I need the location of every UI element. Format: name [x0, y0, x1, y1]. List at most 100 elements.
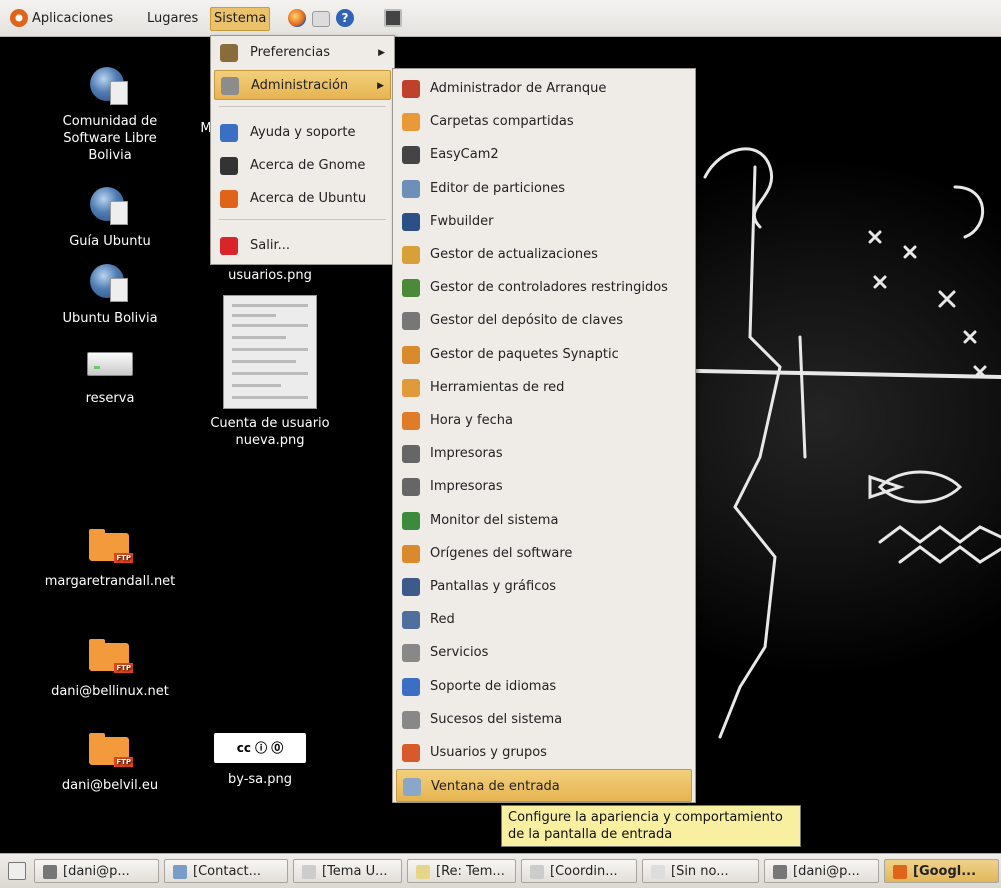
services-icon [402, 644, 420, 663]
admin-item-label: Servicios [430, 645, 489, 661]
menu-separator [219, 219, 386, 220]
taskbar-button[interactable]: [Sin no... [642, 859, 759, 883]
admin-item-6[interactable]: Gestor de controladores restringidos [396, 271, 692, 304]
admin-item-21[interactable]: Ventana de entrada [396, 769, 692, 803]
admin-item-label: Soporte de idiomas [430, 678, 557, 694]
admin-item-0[interactable]: Administrador de Arranque [396, 72, 692, 105]
taskbar-button[interactable]: [dani@p... [34, 859, 159, 883]
admin-item-16[interactable]: Red [396, 603, 692, 636]
desktop-icon-usuarios-png[interactable]: usuarios.png [200, 267, 340, 284]
taskbar-button[interactable]: [dani@p... [764, 859, 879, 883]
admin-item-label: Fwbuilder [430, 213, 494, 229]
desktop-icon-label: by-sa.png [227, 772, 293, 787]
admin-item-12[interactable]: Impresoras [396, 470, 692, 503]
admin-item-4[interactable]: Fwbuilder [396, 205, 692, 238]
globe-document-icon [90, 264, 130, 304]
admin-item-9[interactable]: Herramientas de red [396, 371, 692, 404]
shared-folder-icon [402, 113, 420, 132]
ftp-badge: FTP [114, 553, 133, 563]
administration-gear-icon [221, 77, 239, 95]
ftp-badge: FTP [114, 663, 133, 673]
evolution-mail-icon[interactable] [312, 11, 330, 27]
sistema-item-1[interactable]: Administración ▶ [214, 70, 391, 100]
sistema-item-0[interactable]: Preferencias ▶ [214, 38, 391, 68]
admin-item-5[interactable]: Gestor de actualizaciones [396, 238, 692, 271]
desktop-icon-reserva[interactable]: reserva [40, 352, 180, 407]
desktop-icon-ubuntu-bolivia[interactable]: Ubuntu Bolivia [40, 264, 180, 327]
help-icon[interactable]: ? [336, 9, 354, 27]
admin-item-label: Gestor de actualizaciones [430, 247, 598, 262]
desktop-icon-label: margaretrandall.net [44, 574, 176, 589]
update-manager-icon [402, 246, 420, 264]
submenu-arrow-icon: ▶ [377, 81, 384, 91]
desktop-icon-cuenta-usuario[interactable]: Cuenta de usuario nueva.png [185, 295, 355, 449]
login-window-icon [403, 778, 421, 797]
desktop-icon-label: Cuenta de usuario nueva.png [210, 416, 330, 448]
taskbar-button[interactable]: [Contact... [164, 859, 288, 883]
admin-item-label: Impresoras [430, 446, 503, 462]
admin-item-label: Sucesos del sistema [430, 711, 563, 727]
ubuntu-logo-icon[interactable] [10, 9, 28, 27]
admin-item-10[interactable]: Hora y fecha [396, 404, 692, 437]
admin-item-label: Ventana de entrada [431, 779, 560, 795]
admin-item-14[interactable]: Orígenes del software [396, 537, 692, 570]
menu-sistema[interactable]: Sistema [210, 7, 271, 31]
desktop-icon-belvil[interactable]: FTP dani@belvil.eu [25, 731, 195, 794]
sistema-item-label: Salir... [250, 238, 290, 253]
terminal-icon [773, 865, 787, 879]
admin-item-20[interactable]: Usuarios y grupos [396, 736, 692, 769]
admin-item-19[interactable]: Sucesos del sistema [396, 703, 692, 736]
menu-aplicaciones[interactable]: Aplicaciones [32, 9, 113, 29]
system-log-icon [402, 710, 420, 729]
admin-item-label: Herramientas de red [430, 379, 565, 395]
ftp-badge: FTP [114, 757, 133, 767]
admin-item-1[interactable]: Carpetas compartidas [396, 105, 692, 138]
admin-item-18[interactable]: Soporte de idiomas [396, 670, 692, 703]
sistema-item-3[interactable]: Acerca de Gnome [214, 151, 391, 181]
taskbar-button[interactable]: [Tema U... [293, 859, 402, 883]
admin-item-label: Gestor de paquetes Synaptic [430, 346, 619, 362]
admin-item-3[interactable]: Editor de particiones [396, 172, 692, 205]
webcam-icon [402, 146, 420, 165]
taskbar-button[interactable]: [Re: Tem... [407, 859, 516, 883]
show-desktop-icon[interactable] [8, 862, 26, 880]
admin-item-8[interactable]: Gestor de paquetes Synaptic [396, 338, 692, 371]
admin-item-11[interactable]: Impresoras [396, 437, 692, 470]
display-icon [402, 578, 420, 596]
firefox-icon[interactable] [288, 9, 306, 27]
compose-icon [416, 865, 430, 879]
top-panel: Aplicaciones Lugares Sistema ? [0, 0, 1001, 37]
admin-item-15[interactable]: Pantallas y gráficos [396, 570, 692, 603]
printer-icon [402, 478, 420, 497]
ubuntu-logo-icon [220, 190, 238, 208]
bottom-panel: [dani@p... [Contact... [Tema U... [Re: Tem.… [0, 853, 1001, 888]
desktop-icon-bellinux[interactable]: FTP dani@bellinux.net [25, 637, 195, 700]
ftp-folder-icon: FTP [87, 527, 133, 567]
taskbar-button[interactable]: [Googl... [884, 859, 999, 883]
admin-item-label: EasyCam2 [430, 147, 499, 163]
taskbar-button-label: [Coordin... [550, 864, 618, 879]
desktop-icon-label: reserva [85, 391, 135, 406]
taskbar-button-label: [Re: Tem... [436, 864, 505, 879]
taskbar-button-label: [Tema U... [322, 864, 388, 879]
sistema-item-5[interactable]: Salir... [214, 231, 391, 261]
network-tools-icon [402, 378, 420, 397]
desktop-icon-margaretrandall[interactable]: FTP margaretrandall.net [25, 527, 195, 590]
menu-lugares[interactable]: Lugares [147, 9, 198, 29]
language-flag-icon [402, 677, 420, 696]
desktop-icon-comunidad[interactable]: Comunidad de Software Libre Bolivia [40, 67, 180, 164]
sistema-menu: Preferencias ▶ Administración ▶ Ayuda y sopo… [210, 35, 395, 265]
admin-item-label: Administrador de Arranque [430, 81, 607, 96]
terminal-icon[interactable] [384, 9, 402, 27]
admin-item-7[interactable]: Gestor del depósito de claves [396, 304, 692, 337]
admin-item-17[interactable]: Servicios [396, 636, 692, 669]
users-groups-icon [402, 744, 420, 762]
desktop-icon-guia-ubuntu[interactable]: Guía Ubuntu [40, 187, 180, 250]
tooltip: Configure la apariencia y comportamiento… [501, 805, 801, 847]
admin-item-2[interactable]: EasyCam2 [396, 138, 692, 171]
taskbar-button[interactable]: [Coordin... [521, 859, 637, 883]
sistema-item-4[interactable]: Acerca de Ubuntu [214, 184, 391, 214]
sistema-item-2[interactable]: Ayuda y soporte [214, 118, 391, 148]
admin-item-13[interactable]: Monitor del sistema [396, 504, 692, 537]
desktop-icon-by-sa[interactable]: cc ⓘ ⓪ by-sa.png [185, 731, 335, 788]
